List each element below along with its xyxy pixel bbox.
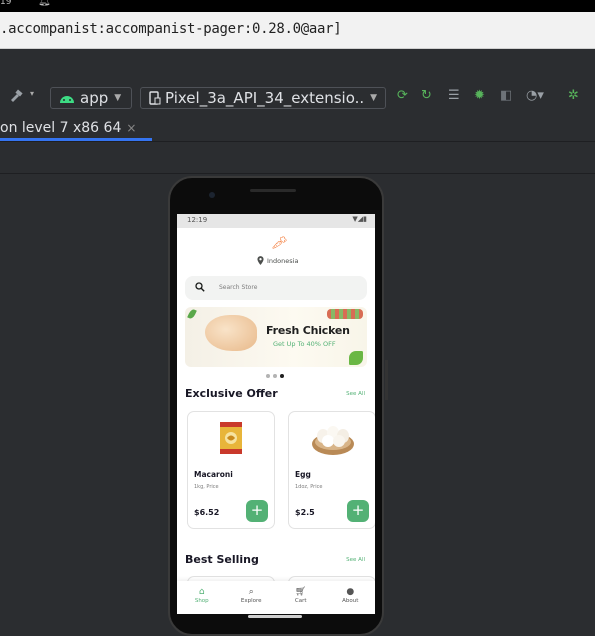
phone-side-button[interactable] xyxy=(385,360,388,400)
exclusive-offer-title: Exclusive Offer xyxy=(185,387,278,400)
run-config-label: app xyxy=(80,89,109,107)
pager-indicator xyxy=(266,374,284,378)
close-icon[interactable]: × xyxy=(126,121,136,135)
nav-label: Explore xyxy=(240,598,262,604)
macaroni-image xyxy=(220,422,242,454)
system-time: 19 xyxy=(0,0,12,7)
pager-dot[interactable] xyxy=(273,374,277,378)
pager-dot[interactable] xyxy=(266,374,270,378)
camera-icon xyxy=(209,192,215,198)
promo-banner[interactable]: Fresh Chicken Get Up To 40% OFF xyxy=(185,307,367,367)
egg-image xyxy=(312,426,354,455)
search-placeholder: Search Store xyxy=(219,284,258,291)
best-selling-title: Best Selling xyxy=(185,553,259,566)
nav-about[interactable]: ● About xyxy=(330,581,370,614)
apply-changes-icon[interactable]: ↻ xyxy=(421,88,432,103)
tab-label: on level 7 x86 64 xyxy=(0,120,122,136)
phone-screen[interactable]: 12:19 ▼◢▮ 🥕︎ Indonesia Search Store Fres… xyxy=(177,214,375,614)
explore-icon: ⌕ xyxy=(248,587,254,597)
nav-label: Shop xyxy=(194,598,209,604)
banner-title: Fresh Chicken xyxy=(266,324,350,337)
location-row[interactable]: Indonesia xyxy=(257,256,298,265)
log-icon[interactable]: ☰ xyxy=(448,88,460,103)
lettuce-decoration xyxy=(349,351,363,365)
herbs-decoration xyxy=(327,309,363,319)
location-pin-icon xyxy=(257,256,264,265)
nav-label: About xyxy=(342,598,359,604)
product-price: $6.52 xyxy=(194,508,220,517)
product-quantity: 1kg, Price xyxy=(194,484,219,490)
android-icon xyxy=(60,96,74,103)
signal-battery-icon: ▼◢▮ xyxy=(352,215,367,223)
rerun-icon[interactable]: ⟳ xyxy=(397,88,408,103)
device-label: Pixel_3a_API_34_extensio.. xyxy=(165,89,365,107)
nav-explore[interactable]: ⌕ Explore xyxy=(231,581,271,614)
carrot-logo-icon: 🥕︎ xyxy=(271,236,288,251)
product-quantity: 1doz, Price xyxy=(295,484,323,490)
pager-dot-active[interactable] xyxy=(280,374,284,378)
location-label: Indonesia xyxy=(267,256,299,265)
app-inspection-icon[interactable]: ✲ xyxy=(568,88,579,103)
profile-icon: ● xyxy=(346,587,355,597)
system-bar: 19 🔔︎ xyxy=(0,0,595,12)
banner-subtitle: Get Up To 40% OFF xyxy=(273,340,336,348)
product-card[interactable]: Macaroni 1kg, Price $6.52 + xyxy=(187,411,275,529)
product-price: $2.5 xyxy=(295,508,315,517)
dependency-bar: .accompanist:accompanist-pager:0.28.0@aa… xyxy=(0,12,595,49)
hammer-icon[interactable]: ▾ xyxy=(8,88,38,108)
chevron-down-icon: ▼ xyxy=(114,93,122,103)
nav-cart[interactable]: 🛒︎ Cart xyxy=(281,581,321,614)
nav-label: Cart xyxy=(294,598,307,604)
debug-bug-icon[interactable]: ✹ xyxy=(474,88,485,103)
exclusive-see-all-link[interactable]: See All xyxy=(346,391,365,397)
product-name: Egg xyxy=(295,470,311,479)
dependency-path: .accompanist:accompanist-pager:0.28.0@aa… xyxy=(0,21,342,37)
status-time: 12:19 xyxy=(187,216,208,224)
cart-icon: 🛒︎ xyxy=(295,587,307,597)
chevron-down-icon: ▼ xyxy=(370,93,378,103)
profiler-icon[interactable]: ◔▾ xyxy=(526,88,544,103)
search-store-input[interactable]: Search Store xyxy=(185,276,367,300)
gesture-handle[interactable] xyxy=(248,615,302,618)
android-status-bar: 12:19 ▼◢▮ xyxy=(177,214,375,228)
search-icon xyxy=(195,282,205,292)
best-selling-see-all-link[interactable]: See All xyxy=(346,557,365,563)
device-icon xyxy=(149,91,161,105)
bottom-navigation: ⌂ Shop ⌕ Explore 🛒︎ Cart ● About xyxy=(177,581,375,614)
product-name: Macaroni xyxy=(194,470,233,479)
speaker-grille xyxy=(250,189,296,192)
store-icon: ⌂ xyxy=(198,587,205,597)
leaf-decoration xyxy=(187,308,197,320)
emulator-toolbar xyxy=(0,142,595,174)
device-dropdown[interactable]: Pixel_3a_API_34_extensio.. ▼ xyxy=(140,87,386,109)
attach-icon[interactable]: ◧ xyxy=(500,88,512,103)
notification-icon: 🔔︎ xyxy=(38,0,51,7)
run-config-dropdown[interactable]: app ▼ xyxy=(50,87,132,109)
add-to-cart-button[interactable]: + xyxy=(347,500,369,522)
add-to-cart-button[interactable]: + xyxy=(246,500,268,522)
tab-active-indicator xyxy=(0,138,152,141)
chicken-image xyxy=(205,315,257,351)
nav-shop[interactable]: ⌂ Shop xyxy=(182,581,222,614)
product-card[interactable]: Egg 1doz, Price $2.5 + xyxy=(288,411,375,529)
